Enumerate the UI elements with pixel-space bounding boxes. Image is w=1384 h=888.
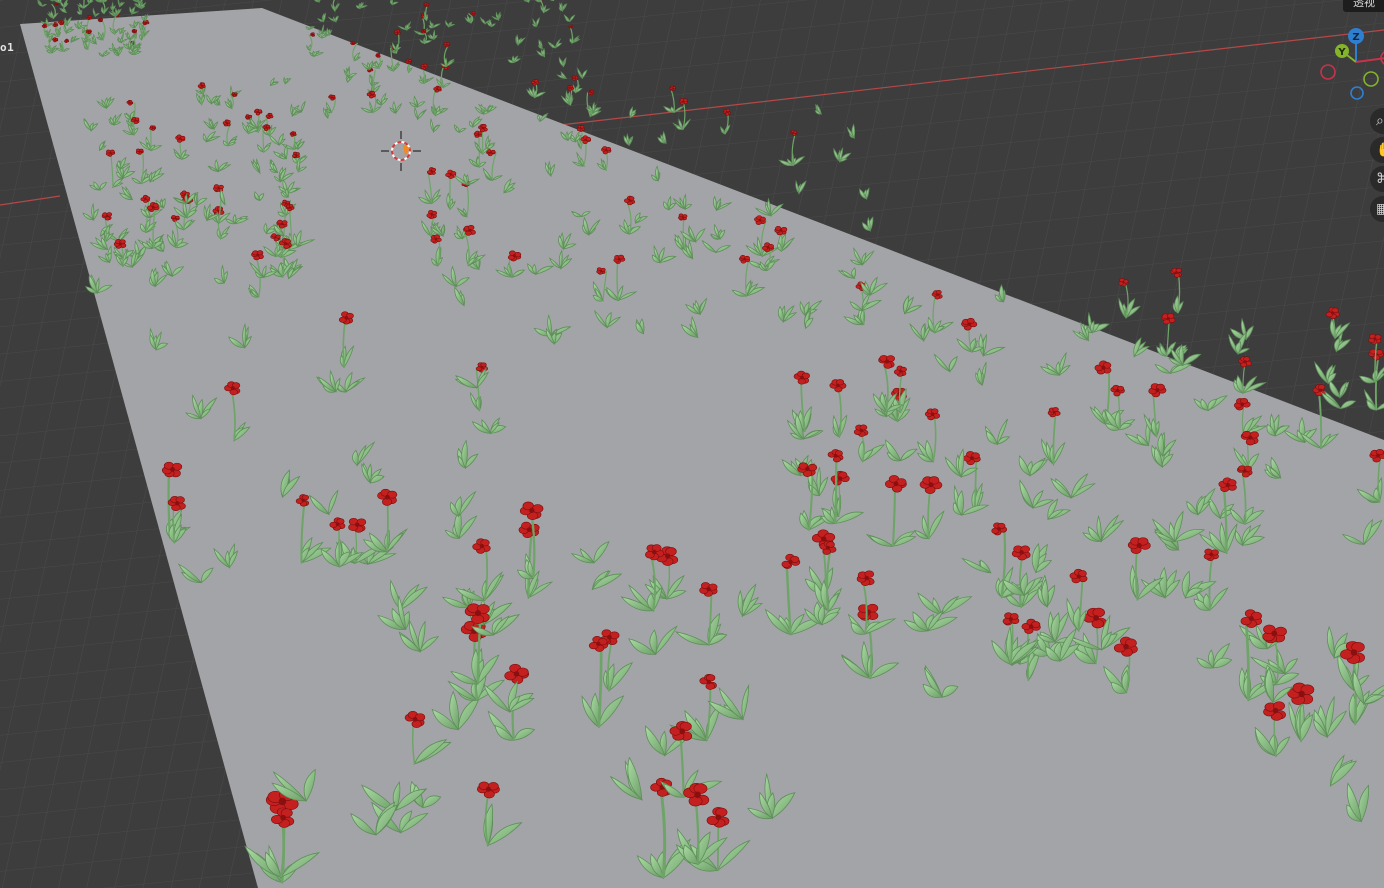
gizmo-z-label: Z	[1352, 32, 1359, 43]
red-flower	[1203, 548, 1219, 561]
red-flower	[348, 517, 367, 533]
gizmo-x-neg	[1320, 64, 1336, 80]
red-flower	[350, 41, 356, 46]
red-flower	[1368, 333, 1382, 345]
red-flower	[86, 15, 93, 21]
red-flower	[426, 209, 438, 219]
red-flower	[1160, 313, 1176, 325]
red-flower	[421, 28, 427, 34]
red-flower	[310, 32, 315, 37]
navigation-gizmo[interactable]: Z Y	[1310, 24, 1384, 104]
red-flower	[338, 311, 354, 325]
red-flower	[430, 234, 442, 244]
red-flower	[161, 461, 183, 478]
stem	[338, 524, 341, 567]
leaf	[144, 15, 147, 22]
leaf	[542, 48, 546, 58]
red-flower	[375, 53, 381, 58]
red-flower	[476, 362, 488, 373]
stem	[834, 455, 838, 524]
red-flower	[1002, 612, 1020, 626]
red-flower	[1238, 356, 1252, 368]
red-flower	[113, 239, 127, 249]
red-flower	[679, 98, 688, 105]
red-flower	[924, 408, 940, 421]
stem	[83, 0, 85, 8]
gizmo-z-neg	[1350, 86, 1364, 100]
red-flower	[669, 85, 677, 91]
red-flower	[1262, 624, 1287, 644]
view-mode-button[interactable]: 透视	[1343, 0, 1384, 12]
red-flower	[596, 267, 606, 275]
red-flower	[394, 29, 401, 36]
red-flower	[292, 151, 300, 159]
3d-viewport[interactable]: o1 透视 Z Y ⌕ ✋ ⌘ ▦	[0, 0, 1384, 888]
red-flower	[423, 2, 430, 7]
red-flower	[131, 28, 138, 34]
red-flower	[463, 225, 476, 236]
gizmo-y-label: Y	[1337, 47, 1346, 58]
viewport-scene[interactable]	[0, 0, 1384, 888]
object-name-label: o1	[0, 41, 15, 54]
gizmo-y-neg	[1363, 71, 1379, 87]
red-flower	[853, 424, 869, 437]
red-flower	[213, 184, 224, 193]
red-flower	[678, 213, 688, 221]
red-flower	[576, 124, 585, 132]
red-flower	[568, 24, 574, 29]
red-flower	[857, 603, 879, 621]
red-flower	[1047, 407, 1061, 418]
red-flower	[571, 75, 579, 81]
leaf	[84, 36, 88, 43]
red-flower	[739, 255, 751, 264]
